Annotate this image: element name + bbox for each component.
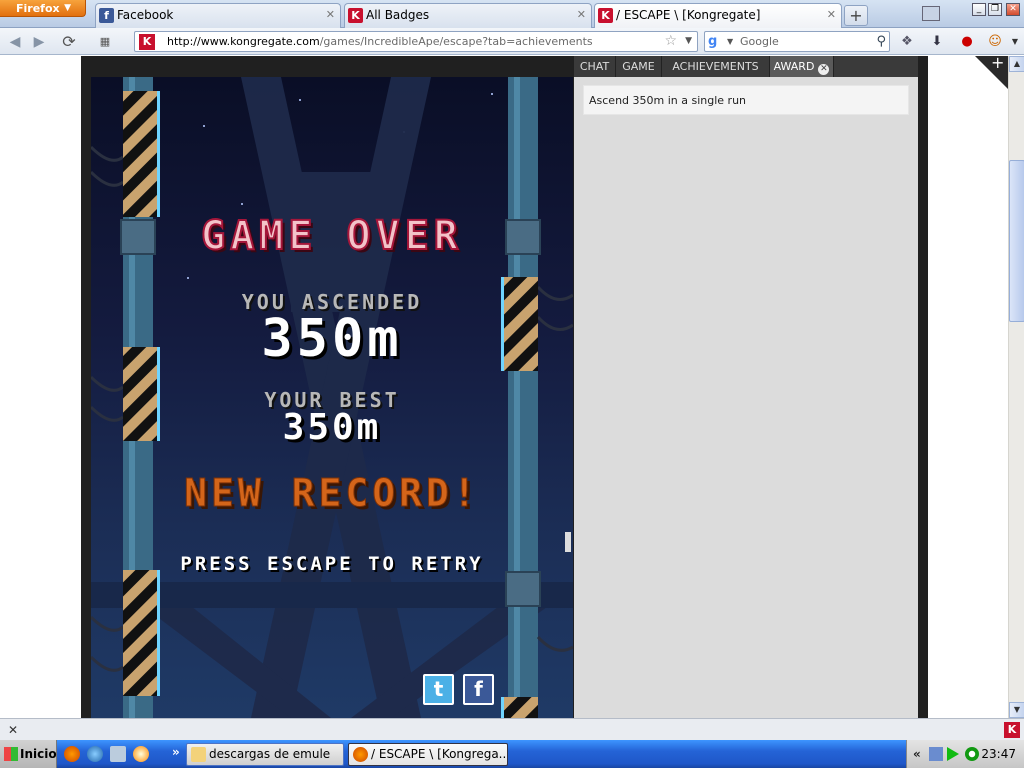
close-icon[interactable]: ✕ <box>827 4 836 26</box>
tab-label: All Badges <box>366 8 430 22</box>
page-content: GAME OVER YOU ASCENDED 350m YOUR BEST 35… <box>0 56 1008 718</box>
close-icon[interactable]: ✕ <box>326 4 335 26</box>
firefox-menu-button[interactable]: Firefox ▼ <box>0 0 86 17</box>
sidebar-tabs: CHAT GAME ACHIEVEMENTS AWARD ✕ <box>574 56 918 77</box>
search-icon[interactable]: ⚲ <box>876 32 886 51</box>
tab-groups-icon[interactable] <box>922 6 940 21</box>
scroll-up-arrow[interactable]: ▲ <box>1009 56 1024 72</box>
navigation-toolbar: ◀ ▶ ⟳ ▦ K http://www.kongregate.com/game… <box>0 28 1024 55</box>
restore-button[interactable]: ❐ <box>988 3 1002 16</box>
tab-label: Facebook <box>117 8 174 22</box>
facebook-icon: f <box>99 8 114 23</box>
orange-quicklaunch-icon[interactable] <box>133 746 149 762</box>
task-label: / ESCAPE \ [Kongrega... <box>371 747 508 761</box>
close-window-button[interactable]: ✕ <box>1006 3 1020 16</box>
folder-icon <box>191 747 206 762</box>
new-tab-button[interactable]: + <box>844 5 868 26</box>
tab-achievements[interactable]: ACHIEVEMENTS <box>662 56 770 77</box>
new-record-banner: NEW RECORD! <box>184 471 480 516</box>
windows-taskbar: Inicio » descargas de emule / ESCAPE \ [… <box>0 740 1024 768</box>
kongregate-game-page: GAME OVER YOU ASCENDED 350m YOUR BEST 35… <box>81 56 928 718</box>
download-icon[interactable]: ⬇ <box>926 31 948 52</box>
taskbar-item-emule-folder[interactable]: descargas de emule <box>186 743 344 766</box>
tab-all-badges[interactable]: K All Badges ✕ <box>344 3 592 28</box>
close-icon[interactable]: ✕ <box>8 719 18 741</box>
url-host: http://www.kongregate.com <box>167 35 320 48</box>
play-icon[interactable] <box>947 747 959 761</box>
chevron-down-icon[interactable]: ▼ <box>727 32 733 51</box>
system-tray: « 23:47 <box>906 740 1024 768</box>
close-icon[interactable]: ✕ <box>577 4 586 26</box>
quicklaunch-overflow-icon[interactable]: » <box>172 740 180 764</box>
facebook-share-button[interactable]: f <box>463 674 494 705</box>
firefox-quicklaunch-icon[interactable] <box>64 746 80 762</box>
status-icon[interactable] <box>965 747 979 761</box>
tray-expand-icon[interactable]: « <box>913 740 921 768</box>
tab-chat[interactable]: CHAT <box>574 56 616 77</box>
start-label: Inicio <box>20 747 57 761</box>
facebook-icon: f <box>474 677 483 701</box>
search-input[interactable]: Google <box>740 32 779 51</box>
kongregate-icon: K <box>139 34 155 50</box>
tab-label: / ESCAPE \ [Kongregate] <box>616 8 761 22</box>
url-path: /games/IncredibleApe/escape?tab=achievem… <box>319 35 593 48</box>
url-dropdown-icon[interactable]: ▼ <box>685 32 692 51</box>
close-icon[interactable]: ✕ <box>818 64 830 75</box>
page-corner-fold[interactable]: + <box>975 56 1008 89</box>
player-character <box>565 532 571 552</box>
taskbar-item-firefox[interactable]: / ESCAPE \ [Kongrega... <box>348 743 508 766</box>
toolbar-overflow-icon[interactable]: ▼ <box>1008 31 1022 52</box>
monkey-addon-icon[interactable]: ☺ <box>984 31 1006 52</box>
back-button[interactable]: ◀ <box>4 31 26 53</box>
plus-icon: + <box>991 56 1005 72</box>
url-text[interactable]: http://www.kongregate.com/games/Incredib… <box>167 32 593 52</box>
twitter-icon: t <box>433 677 444 701</box>
scroll-down-arrow[interactable]: ▼ <box>1009 702 1024 718</box>
tab-game[interactable]: GAME <box>616 56 662 77</box>
scroll-thumb[interactable] <box>1009 160 1024 322</box>
firefox-icon <box>353 747 368 762</box>
reload-button[interactable]: ⟳ <box>58 31 80 53</box>
tab-escape-kongregate[interactable]: K / ESCAPE \ [Kongregate] ✕ <box>594 3 842 28</box>
google-icon[interactable]: g <box>708 34 724 50</box>
clock: 23:47 <box>981 747 1016 761</box>
minimize-button[interactable]: _ <box>972 3 986 16</box>
start-button[interactable]: Inicio <box>0 740 57 768</box>
tab-award[interactable]: AWARD ✕ <box>770 56 834 77</box>
addon-bar: ✕ K <box>0 718 1024 740</box>
award-panel: Ascend 350m in a single run <box>574 77 918 718</box>
forward-button[interactable]: ▶ <box>28 31 50 53</box>
task-label: descargas de emule <box>209 747 331 761</box>
firefox-menu-label: Firefox <box>16 2 60 15</box>
background-beam <box>91 582 573 608</box>
game-sidebar: CHAT GAME ACHIEVEMENTS AWARD ✕ Ascend 350… <box>574 56 918 718</box>
award-description: Ascend 350m in a single run <box>583 85 909 115</box>
apps-grid-icon[interactable]: ▦ <box>94 31 116 53</box>
twitter-share-button[interactable]: t <box>423 674 454 705</box>
document-quicklaunch-icon[interactable] <box>110 746 126 762</box>
game-canvas[interactable]: GAME OVER YOU ASCENDED 350m YOUR BEST 35… <box>91 77 573 718</box>
best-value: 350m <box>282 407 382 448</box>
chevron-down-icon: ▼ <box>64 3 71 13</box>
browser-quicklaunch-icon[interactable] <box>87 746 103 762</box>
url-bar[interactable]: K http://www.kongregate.com/games/Incred… <box>134 31 698 52</box>
kongregate-icon: K <box>348 8 363 23</box>
kongregate-icon[interactable]: K <box>1004 722 1020 738</box>
tab-facebook[interactable]: f Facebook ✕ <box>95 3 341 28</box>
ascended-value: 350m <box>261 309 403 369</box>
network-icon[interactable] <box>929 747 943 761</box>
game-over-title: GAME OVER <box>200 212 463 260</box>
tab-strip: Firefox ▼ f Facebook ✕ K All Badges ✕ K … <box>0 0 1024 28</box>
retry-hint: PRESS ESCAPE TO RETRY <box>180 553 484 575</box>
kongregate-icon: K <box>598 8 613 23</box>
bookmark-star-icon[interactable]: ☆ <box>664 32 677 51</box>
vertical-scrollbar[interactable]: ▲ ▼ <box>1008 56 1024 718</box>
addon-red-icon[interactable]: ● <box>956 31 978 52</box>
tab-award-label: AWARD <box>773 60 815 73</box>
windows-logo-icon <box>4 747 18 761</box>
search-bar[interactable]: g ▼ Google ⚲ <box>704 31 890 52</box>
addon-icon[interactable]: ❖ <box>896 31 918 52</box>
